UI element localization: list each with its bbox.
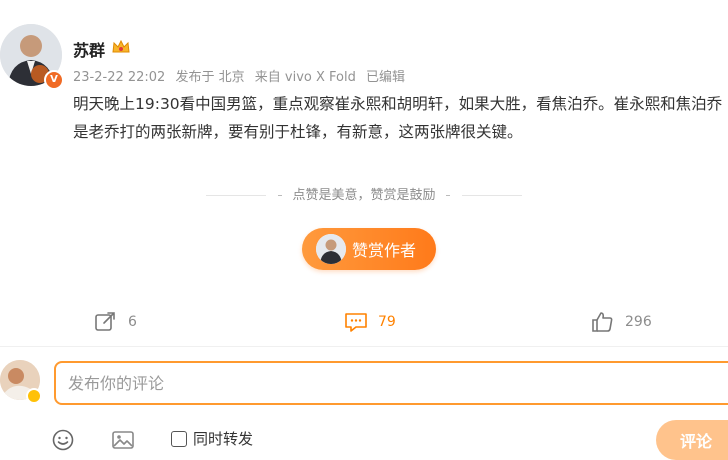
post-meta: 23-2-22 22:02 发布于 北京 来自 vivo X Fold 已编辑 [73, 66, 411, 85]
sync-checkbox[interactable] [171, 430, 187, 447]
forward-icon [95, 312, 115, 331]
post-location: 发布于 北京 [175, 70, 245, 85]
post-device: 来自 vivo X Fold [254, 70, 356, 85]
section-divider [0, 346, 728, 347]
member-badge [26, 388, 42, 404]
crown-icon[interactable] [111, 38, 131, 56]
emoji-icon [52, 429, 74, 451]
sync-repost-option[interactable]: 同时转发 [171, 428, 253, 449]
like-icon [592, 312, 613, 332]
dot-right [445, 195, 450, 196]
reward-author-button[interactable]: 赞赏作者 [302, 228, 436, 270]
divider-left [206, 195, 267, 196]
reward-tip: 点赞是美意，赞赏是鼓励 [0, 184, 728, 203]
sync-label: 同时转发 [193, 430, 254, 448]
post-text: 明天晚上19:30看中国男篮，重点观察崔永熙和胡明轩，如果大胜，看焦泊乔。崔永熙… [73, 95, 723, 141]
submit-comment-button[interactable]: 评论 [656, 420, 728, 460]
verified-icon: V [44, 70, 64, 90]
dot-left [278, 195, 283, 196]
comment-icon [345, 313, 367, 332]
reward-avatar [316, 234, 346, 264]
emoji-button[interactable] [52, 429, 74, 455]
comment-input[interactable] [54, 361, 728, 405]
reward-button-label: 赞赏作者 [352, 241, 417, 260]
author-name[interactable]: 苏群 [73, 37, 105, 61]
reward-tip-text: 点赞是美意，赞赏是鼓励 [292, 188, 436, 203]
divider-right [461, 195, 522, 196]
comment-button[interactable]: 79 [344, 311, 396, 333]
comment-count: 79 [378, 314, 396, 330]
forward-count: 6 [128, 314, 137, 330]
image-icon [112, 431, 134, 449]
post-edited[interactable]: 已编辑 [366, 70, 405, 85]
forward-button[interactable]: 6 [94, 311, 137, 333]
like-button[interactable]: 296 [591, 311, 652, 333]
like-count: 296 [625, 314, 652, 330]
image-button[interactable] [111, 429, 135, 455]
post-timestamp[interactable]: 23-2-22 22:02 [73, 70, 165, 85]
